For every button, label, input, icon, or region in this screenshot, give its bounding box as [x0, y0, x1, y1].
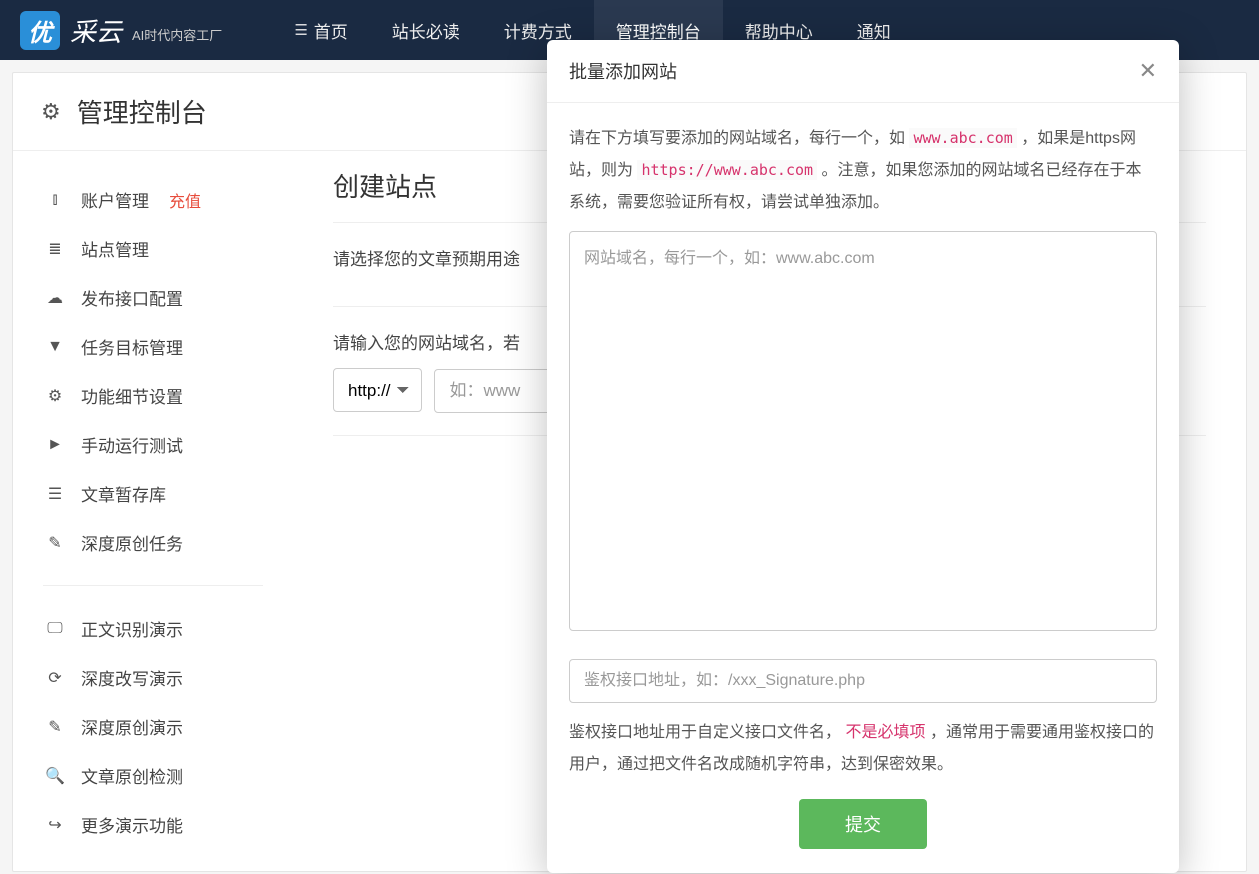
not-required-text: 不是必填项	[845, 724, 925, 741]
bulk-add-modal: 批量添加网站 ✕ 请在下方填写要添加的网站域名，每行一个，如 www.abc.c…	[547, 40, 1179, 873]
close-icon: ✕	[1139, 58, 1157, 83]
example-code: www.abc.com	[909, 128, 1016, 148]
domains-textarea[interactable]	[569, 231, 1157, 631]
modal-title: 批量添加网站	[569, 58, 677, 84]
modal-body: 请在下方填写要添加的网站域名，每行一个，如 www.abc.com ，如果是ht…	[547, 103, 1179, 873]
example-code: https://www.abc.com	[637, 160, 817, 180]
auth-description: 鉴权接口地址用于自定义接口文件名， 不是必填项 ，通常用于需要通用鉴权接口的用户…	[569, 717, 1157, 781]
auth-url-input[interactable]	[569, 659, 1157, 703]
modal-description: 请在下方填写要添加的网站域名，每行一个，如 www.abc.com ，如果是ht…	[569, 123, 1157, 219]
submit-button[interactable]: 提交	[799, 799, 927, 849]
close-button[interactable]: ✕	[1139, 60, 1157, 82]
modal-header: 批量添加网站 ✕	[547, 40, 1179, 103]
